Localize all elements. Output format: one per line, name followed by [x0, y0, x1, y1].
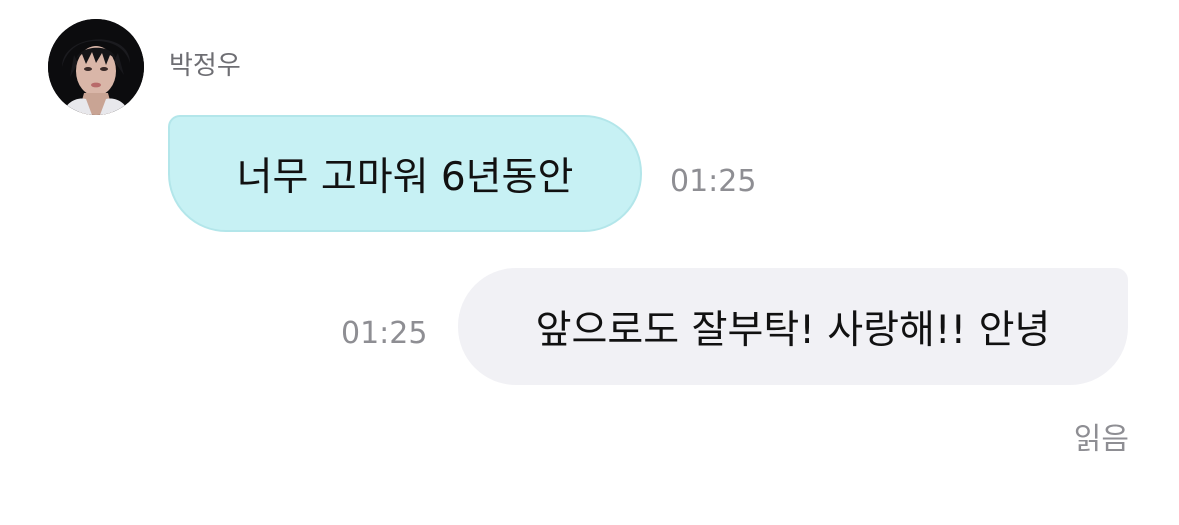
profile-photo-icon — [48, 19, 144, 115]
incoming-message-time: 01:25 — [670, 164, 757, 199]
outgoing-message-bubble[interactable]: 앞으로도 잘부탁! 사랑해!! 안녕 — [458, 268, 1128, 385]
outgoing-message-time: 01:25 — [341, 316, 428, 351]
incoming-message-bubble[interactable]: 너무 고마워 6년동안 — [168, 115, 642, 232]
chat-thread: 박정우 너무 고마워 6년동안 01:25 01:25 앞으로도 잘부탁! 사랑… — [0, 0, 1179, 525]
sender-avatar[interactable] — [48, 19, 144, 115]
outgoing-message-text: 앞으로도 잘부탁! 사랑해!! 안녕 — [535, 307, 1051, 353]
sender-name: 박정우 — [169, 51, 241, 81]
incoming-message-text: 너무 고마워 6년동안 — [236, 154, 574, 200]
read-receipt: 읽음 — [1073, 422, 1129, 457]
